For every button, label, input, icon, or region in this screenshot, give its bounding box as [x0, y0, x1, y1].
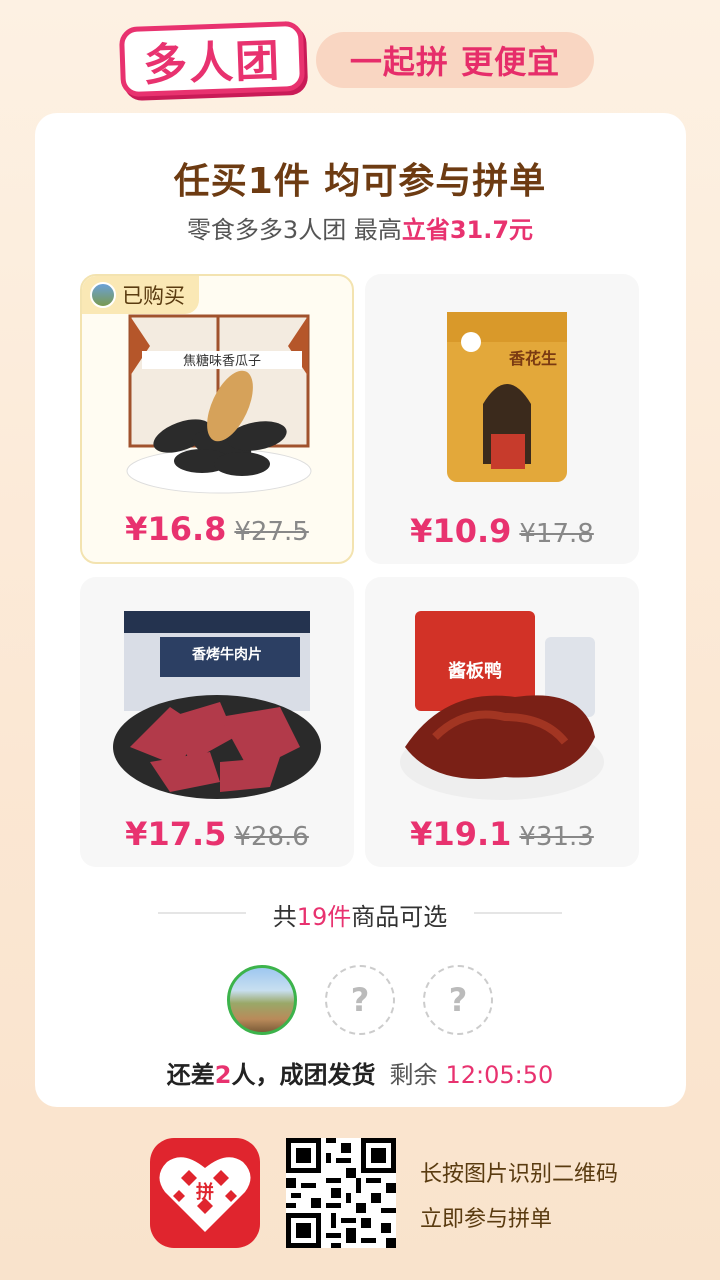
group-price: ¥19.1: [410, 815, 512, 853]
product-card-sunflower-seeds[interactable]: 焦糖味香瓜子 已购买 ¥16.8 ¥27.5: [80, 274, 354, 564]
empty-slot: ?: [325, 965, 395, 1035]
buyer-avatar: [90, 282, 116, 308]
group-price: ¥10.9: [410, 512, 512, 550]
qr-instruction: 长按图片识别二维码: [420, 1162, 619, 1187]
product-card-peanuts[interactable]: 香花生 ¥10.9 ¥17.8: [365, 274, 639, 564]
group-buy-logo: 多人团: [118, 20, 306, 98]
purchased-badge: 已购买: [82, 276, 199, 314]
app-icon-text: 拼: [196, 1181, 214, 1203]
group-status: 还差2人，成团发货 剩余 12:05:50: [0, 1055, 720, 1090]
package-label: 酱板鸭: [448, 660, 502, 682]
price-row: ¥19.1 ¥31.3: [365, 815, 639, 853]
qr-code[interactable]: [286, 1138, 396, 1248]
more-prefix: 共: [272, 903, 297, 931]
original-price: ¥27.5: [234, 517, 309, 547]
product-count: 19件: [296, 903, 352, 931]
countdown-timer: 12:05:50: [445, 1061, 554, 1089]
original-price: ¥31.3: [519, 822, 594, 852]
price-row: ¥17.5 ¥28.6: [80, 815, 354, 853]
qr-code-icon: [286, 1138, 396, 1248]
price-row: ¥16.8 ¥27.5: [82, 510, 352, 548]
question-icon: ?: [448, 981, 468, 1019]
subtitle-prefix: 零食多多3人团 最高: [186, 216, 402, 244]
card-title: 任买1件 均可参与拼单: [173, 161, 547, 202]
member-avatar: [227, 965, 297, 1035]
product-card-beef-jerky[interactable]: 香烤牛肉片 ¥17.5 ¥28.6: [80, 577, 354, 867]
more-suffix: 商品可选: [351, 903, 448, 931]
product-card-braised-duck[interactable]: 酱板鸭 ¥19.1 ¥31.3: [365, 577, 639, 867]
members-needed: 2: [214, 1061, 232, 1089]
package-label: 焦糖味香瓜子: [183, 353, 261, 369]
remaining-label: 剩余: [389, 1061, 438, 1089]
package-label: 香烤牛肉片: [191, 646, 262, 663]
slogan-text: 一起拼 更便宜: [349, 43, 561, 81]
group-price: ¥16.8: [125, 510, 227, 548]
join-instruction: 立即参与拼单: [420, 1207, 553, 1232]
badge-text: 已购买: [122, 284, 185, 308]
status-suffix: 人，成团发货: [231, 1061, 376, 1089]
more-products-link[interactable]: 共19件商品可选: [0, 897, 720, 932]
original-price: ¥17.8: [519, 519, 594, 549]
savings-highlight: 立省31.7元: [401, 216, 534, 244]
package-label: 香花生: [508, 349, 557, 368]
header: 多人团 一起拼 更便宜: [0, 0, 720, 110]
group-price: ¥17.5: [125, 815, 227, 853]
beef-jerky-image: 香烤牛肉片: [113, 611, 321, 799]
braised-duck-image: 酱板鸭: [400, 611, 604, 800]
heart-logo-icon: 拼: [159, 1157, 251, 1232]
original-price: ¥28.6: [234, 822, 309, 852]
status-prefix: 还差: [166, 1061, 215, 1089]
question-icon: ?: [350, 981, 370, 1019]
logo-text: 多人团: [142, 35, 283, 92]
price-row: ¥10.9 ¥17.8: [365, 512, 639, 550]
slogan-pill: 一起拼 更便宜: [316, 32, 594, 88]
sunflower-seeds-image: 焦糖味香瓜子: [126, 314, 312, 494]
card-subtitle: 零食多多3人团 最高立省31.7元: [0, 210, 720, 245]
empty-slot: ?: [423, 965, 493, 1035]
peanuts-image: 香花生: [447, 312, 567, 482]
pinduoduo-app-icon: 拼: [150, 1138, 260, 1248]
